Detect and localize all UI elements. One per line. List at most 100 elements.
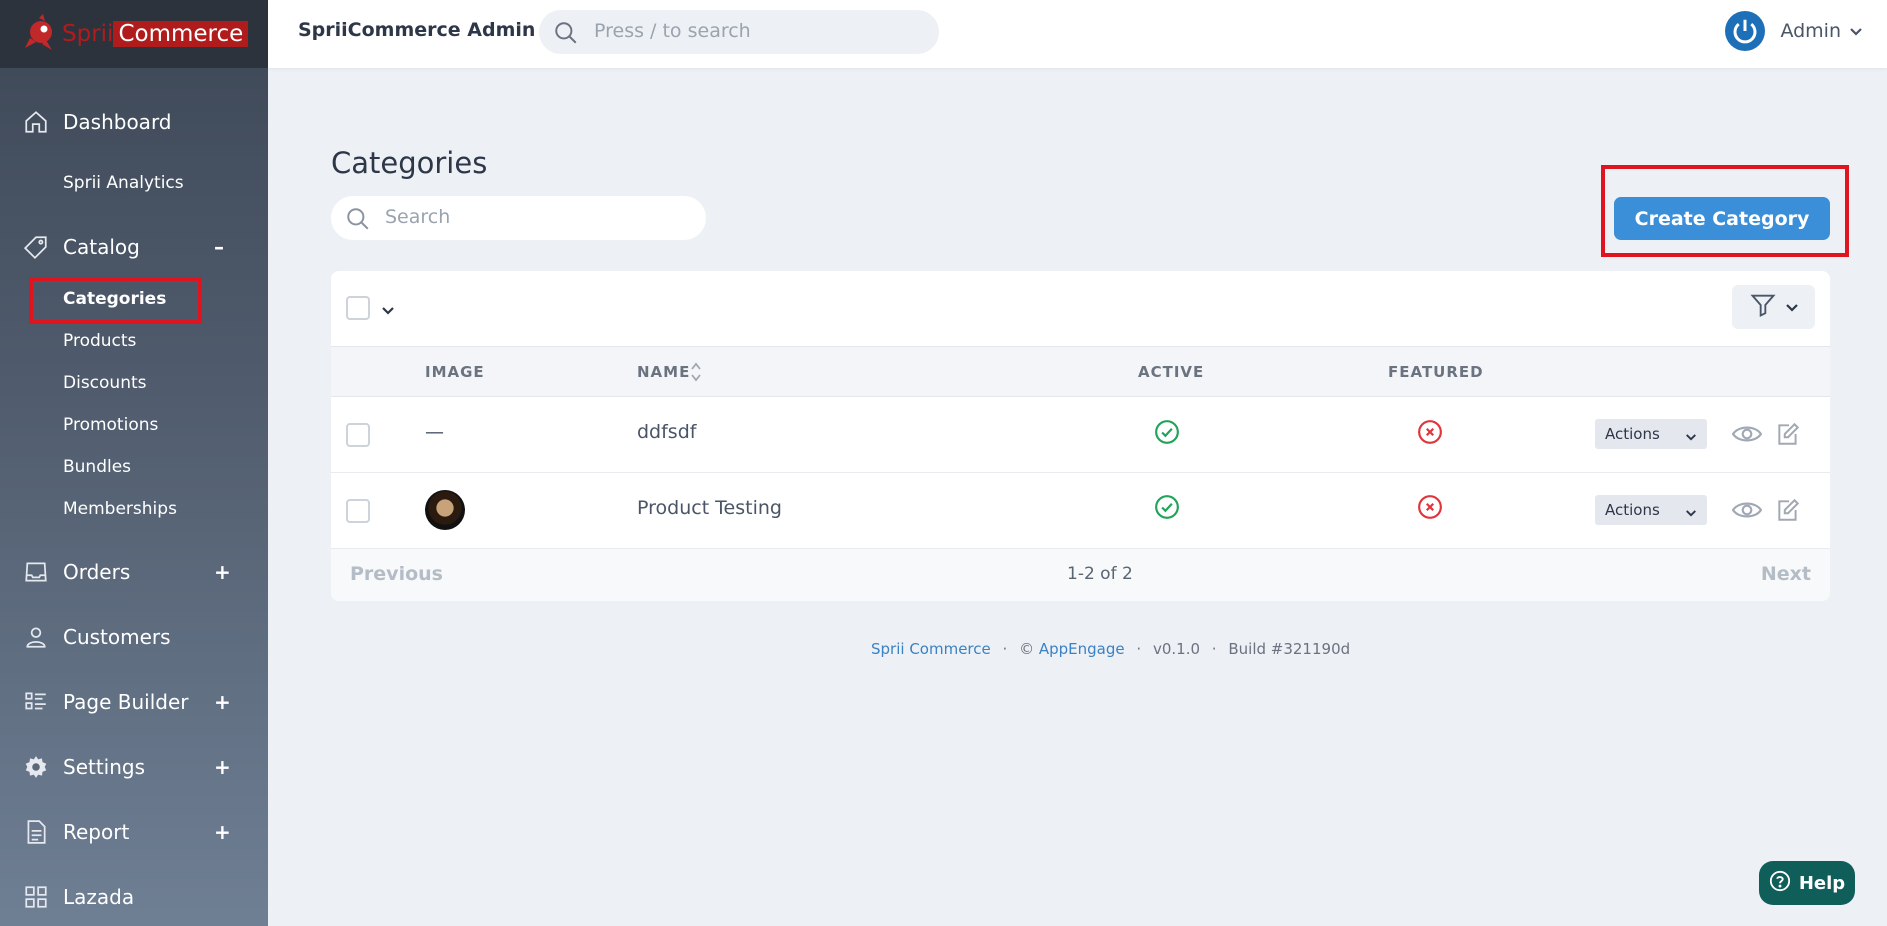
column-header-image: IMAGE — [425, 363, 485, 381]
expand-toggle[interactable]: + — [214, 690, 231, 714]
footer-brand-link[interactable]: Sprii Commerce — [871, 640, 991, 658]
topbar: SpriiCommerce Admin Admin — [268, 0, 1887, 68]
help-label: Help — [1798, 872, 1846, 894]
inbox-icon — [22, 558, 50, 586]
sidebar-item-memberships[interactable]: Memberships — [63, 499, 177, 519]
x-circle-icon — [1417, 494, 1443, 520]
row-image-thumbnail — [425, 490, 465, 530]
sidebar-item-label: Catalog — [63, 235, 140, 259]
row-checkbox[interactable] — [346, 499, 370, 523]
avatar — [1725, 11, 1766, 51]
footer-build: Build #321190d — [1228, 640, 1351, 658]
sidebar-item-label: Settings — [63, 755, 146, 779]
check-circle-icon — [1154, 419, 1180, 445]
column-header-featured: FEATURED — [1388, 363, 1484, 381]
edit-icon[interactable] — [1773, 419, 1803, 449]
tag-icon — [22, 233, 50, 261]
sidebar-item-bundles[interactable]: Bundles — [63, 457, 131, 477]
chevron-down-icon — [1785, 298, 1799, 317]
sidebar: Sprii Commerce Dashboard Sprii Analytics… — [0, 0, 268, 926]
chevron-down-icon[interactable] — [381, 301, 395, 320]
table-row[interactable]: Product Testing Actions — [331, 473, 1830, 549]
actions-dropdown[interactable]: Actions — [1595, 419, 1707, 449]
check-circle-icon — [1154, 494, 1180, 520]
help-button[interactable]: Help — [1759, 861, 1855, 905]
footer: Sprii Commerce · © AppEngage · v0.1.0 · … — [871, 640, 1350, 658]
select-all-checkbox[interactable] — [346, 296, 370, 320]
gear-icon — [22, 753, 50, 781]
grid-icon — [22, 883, 50, 911]
row-image-placeholder: — — [425, 421, 444, 443]
footer-copyright: © — [1019, 640, 1035, 658]
column-header-name[interactable]: NAME — [637, 362, 701, 382]
expand-toggle[interactable]: + — [214, 755, 231, 779]
global-search[interactable] — [539, 10, 939, 54]
footer-company-link[interactable]: AppEngage — [1039, 640, 1125, 658]
footer-separator: · — [1002, 640, 1008, 658]
column-header-active: ACTIVE — [1138, 363, 1205, 381]
sidebar-item-label: Orders — [63, 560, 131, 584]
category-search-input[interactable] — [385, 206, 685, 228]
user-menu[interactable]: Admin — [1725, 9, 1863, 53]
x-circle-icon — [1417, 419, 1443, 445]
eye-icon[interactable] — [1732, 495, 1762, 525]
actions-dropdown[interactable]: Actions — [1595, 495, 1707, 525]
search-icon — [345, 206, 371, 236]
previous-page-button[interactable]: Previous — [350, 563, 443, 585]
sidebar-item-lazada[interactable]: Lazada — [0, 881, 268, 913]
user-icon — [22, 623, 50, 651]
pagination: Previous 1-2 of 2 Next — [331, 549, 1830, 601]
search-icon — [553, 20, 579, 50]
sidebar-item-settings[interactable]: Settings + — [0, 751, 268, 783]
footer-separator: · — [1211, 640, 1217, 658]
sidebar-item-label: Report — [63, 820, 130, 844]
next-page-button[interactable]: Next — [1761, 563, 1811, 585]
sidebar-item-dashboard[interactable]: Dashboard — [0, 106, 268, 138]
eye-icon[interactable] — [1732, 419, 1762, 449]
sidebar-item-categories[interactable]: Categories — [63, 289, 166, 309]
filter-icon — [1749, 291, 1777, 323]
user-name: Admin — [1780, 20, 1841, 42]
app-title: SpriiCommerce Admin — [298, 19, 536, 41]
sidebar-item-customers[interactable]: Customers — [0, 621, 268, 653]
edit-icon[interactable] — [1773, 495, 1803, 525]
actions-dropdown-label: Actions — [1605, 425, 1660, 443]
table-toolbar — [331, 271, 1830, 346]
brand-logo[interactable]: Sprii Commerce — [0, 0, 268, 68]
category-search[interactable] — [331, 196, 706, 240]
table-header: IMAGE NAME ACTIVE FEATURED — [331, 346, 1830, 397]
chevron-down-icon — [1685, 504, 1697, 522]
brand-name-part2: Commerce — [113, 21, 249, 47]
chevron-down-icon — [1685, 428, 1697, 446]
sidebar-item-label: Dashboard — [63, 110, 172, 134]
expand-toggle[interactable]: + — [214, 820, 231, 844]
sidebar-item-page-builder[interactable]: Page Builder + — [0, 686, 268, 718]
sidebar-item-discounts[interactable]: Discounts — [63, 373, 147, 393]
sidebar-item-orders[interactable]: Orders + — [0, 556, 268, 588]
collapse-toggle[interactable]: – — [214, 235, 224, 259]
sidebar-item-products[interactable]: Products — [63, 331, 136, 351]
global-search-input[interactable] — [594, 20, 914, 42]
brand-logo-icon — [22, 14, 60, 54]
pagination-info: 1-2 of 2 — [1067, 564, 1133, 584]
page-title: Categories — [331, 146, 488, 180]
table-row[interactable]: — ddfsdf Actions — [331, 397, 1830, 473]
document-icon — [22, 818, 50, 846]
sidebar-item-report[interactable]: Report + — [0, 816, 268, 848]
sidebar-item-catalog[interactable]: Catalog – — [0, 231, 268, 263]
categories-table: IMAGE NAME ACTIVE FEATURED — ddfsdf Acti… — [331, 271, 1830, 601]
expand-toggle[interactable]: + — [214, 560, 231, 584]
create-category-button[interactable]: Create Category — [1614, 197, 1830, 240]
row-checkbox[interactable] — [346, 423, 370, 447]
filter-button[interactable] — [1732, 285, 1815, 329]
sidebar-item-label: Customers — [63, 625, 171, 649]
sidebar-item-label: Lazada — [63, 885, 135, 909]
sidebar-item-sprii-analytics[interactable]: Sprii Analytics — [63, 173, 184, 193]
sort-icon — [690, 361, 702, 387]
home-icon — [22, 108, 50, 136]
chevron-down-icon — [1849, 22, 1863, 41]
row-name[interactable]: ddfsdf — [637, 421, 696, 443]
row-name[interactable]: Product Testing — [637, 497, 782, 519]
footer-separator: · — [1136, 640, 1142, 658]
sidebar-item-promotions[interactable]: Promotions — [63, 415, 158, 435]
